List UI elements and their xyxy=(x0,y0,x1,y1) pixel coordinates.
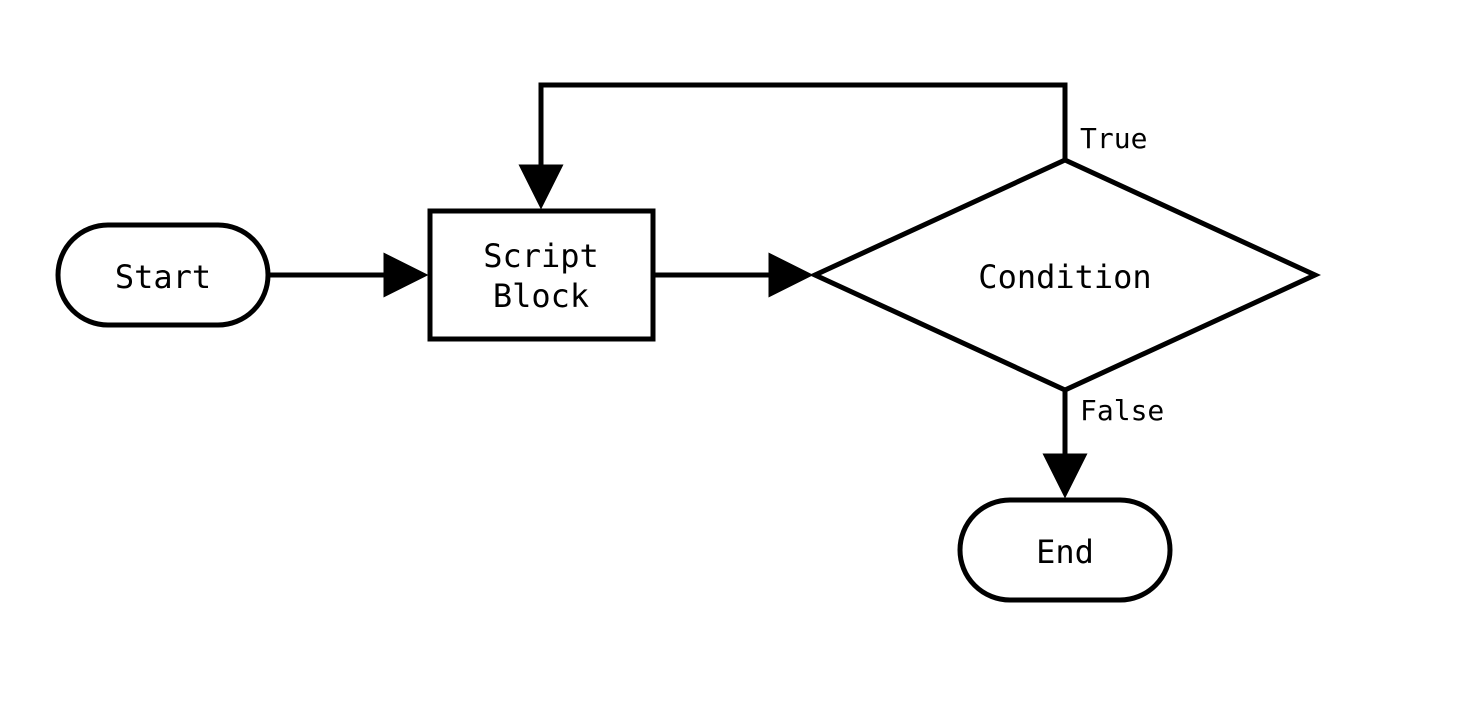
condition-node: Condition xyxy=(815,160,1315,390)
script-label-line2: Block xyxy=(493,277,589,315)
end-label: End xyxy=(1036,533,1094,571)
script-block-node: Script Block xyxy=(430,211,653,339)
flowchart-diagram: Start Script Block Condition True False … xyxy=(0,0,1472,702)
end-node: End xyxy=(960,500,1170,600)
true-label: True xyxy=(1080,122,1147,155)
condition-label: Condition xyxy=(978,258,1151,296)
start-node: Start xyxy=(58,225,268,325)
start-label: Start xyxy=(115,258,211,296)
false-label: False xyxy=(1080,394,1164,427)
script-label-line1: Script xyxy=(483,237,599,275)
edge-true-loop xyxy=(541,85,1065,202)
